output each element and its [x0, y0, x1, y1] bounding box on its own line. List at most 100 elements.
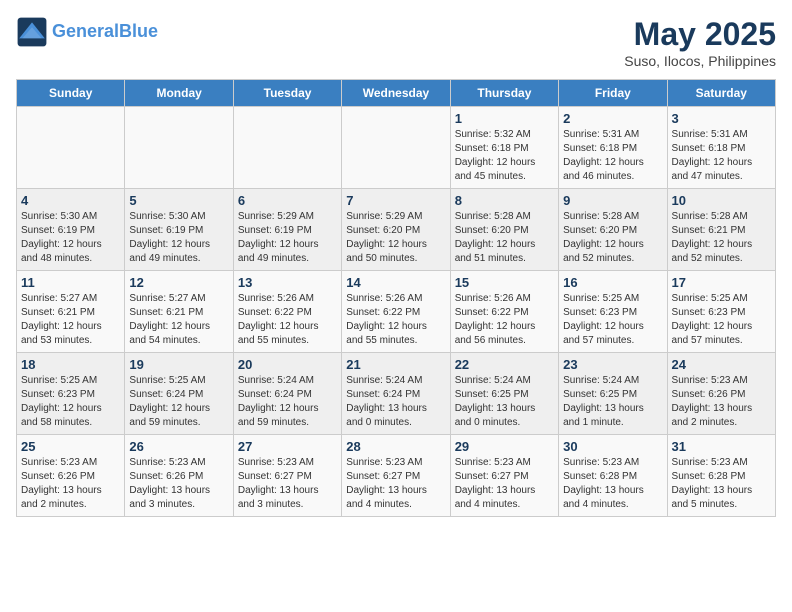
logo-icon: [16, 16, 48, 48]
day-info: Sunrise: 5:25 AM Sunset: 6:24 PM Dayligh…: [129, 374, 228, 430]
calendar-cell: 5 Sunrise: 5:30 AM Sunset: 6:19 PM Daylig…: [125, 189, 233, 271]
calendar-cell: 28 Sunrise: 5:23 AM Sunset: 6:27 PM Dayli…: [342, 435, 450, 517]
day-number: 9: [563, 193, 662, 208]
day-number: 24: [672, 357, 771, 372]
calendar-cell: 30 Sunrise: 5:23 AM Sunset: 6:28 PM Dayli…: [559, 435, 667, 517]
day-info: Sunrise: 5:31 AM Sunset: 6:18 PM Dayligh…: [672, 128, 771, 184]
day-info: Sunrise: 5:23 AM Sunset: 6:28 PM Dayligh…: [672, 456, 771, 512]
day-info: Sunrise: 5:24 AM Sunset: 6:25 PM Dayligh…: [455, 374, 554, 430]
calendar-cell: [125, 107, 233, 189]
calendar-week-row: 11 Sunrise: 5:27 AM Sunset: 6:21 PM Dayli…: [17, 271, 776, 353]
calendar-cell: 11 Sunrise: 5:27 AM Sunset: 6:21 PM Dayli…: [17, 271, 125, 353]
logo: GeneralBlue: [16, 16, 158, 48]
day-number: 10: [672, 193, 771, 208]
day-info: Sunrise: 5:25 AM Sunset: 6:23 PM Dayligh…: [563, 292, 662, 348]
calendar-cell: 12 Sunrise: 5:27 AM Sunset: 6:21 PM Dayli…: [125, 271, 233, 353]
page-header: GeneralBlue May 2025 Suso, Ilocos, Phili…: [16, 16, 776, 69]
calendar-cell: 31 Sunrise: 5:23 AM Sunset: 6:28 PM Dayli…: [667, 435, 775, 517]
logo-text: GeneralBlue: [52, 22, 158, 42]
day-info: Sunrise: 5:23 AM Sunset: 6:26 PM Dayligh…: [129, 456, 228, 512]
calendar-cell: 1Sunrise: 5:32 AM Sunset: 6:18 PM Daylig…: [450, 107, 558, 189]
calendar-cell: 10 Sunrise: 5:28 AM Sunset: 6:21 PM Dayli…: [667, 189, 775, 271]
weekday-header-wednesday: Wednesday: [342, 80, 450, 107]
day-info: Sunrise: 5:27 AM Sunset: 6:21 PM Dayligh…: [21, 292, 120, 348]
calendar-cell: 23Sunrise: 5:24 AM Sunset: 6:25 PM Dayli…: [559, 353, 667, 435]
day-number: 30: [563, 439, 662, 454]
calendar-cell: 22 Sunrise: 5:24 AM Sunset: 6:25 PM Dayli…: [450, 353, 558, 435]
calendar-week-row: 4 Sunrise: 5:30 AM Sunset: 6:19 PM Daylig…: [17, 189, 776, 271]
day-number: 21: [346, 357, 445, 372]
calendar-cell: [233, 107, 341, 189]
calendar-cell: 15 Sunrise: 5:26 AM Sunset: 6:22 PM Dayli…: [450, 271, 558, 353]
day-info: Sunrise: 5:32 AM Sunset: 6:18 PM Dayligh…: [455, 128, 554, 184]
calendar-week-row: 25 Sunrise: 5:23 AM Sunset: 6:26 PM Dayli…: [17, 435, 776, 517]
calendar-week-row: 1Sunrise: 5:32 AM Sunset: 6:18 PM Daylig…: [17, 107, 776, 189]
day-info: Sunrise: 5:26 AM Sunset: 6:22 PM Dayligh…: [238, 292, 337, 348]
day-info: Sunrise: 5:23 AM Sunset: 6:26 PM Dayligh…: [672, 374, 771, 430]
day-number: 11: [21, 275, 120, 290]
day-number: 18: [21, 357, 120, 372]
day-info: Sunrise: 5:28 AM Sunset: 6:20 PM Dayligh…: [563, 210, 662, 266]
day-info: Sunrise: 5:29 AM Sunset: 6:19 PM Dayligh…: [238, 210, 337, 266]
calendar-cell: 25 Sunrise: 5:23 AM Sunset: 6:26 PM Dayli…: [17, 435, 125, 517]
day-number: 7: [346, 193, 445, 208]
day-number: 14: [346, 275, 445, 290]
day-number: 15: [455, 275, 554, 290]
day-number: 20: [238, 357, 337, 372]
day-number: 3: [672, 111, 771, 126]
day-number: 22: [455, 357, 554, 372]
calendar-cell: 24 Sunrise: 5:23 AM Sunset: 6:26 PM Dayli…: [667, 353, 775, 435]
calendar-cell: 7Sunrise: 5:29 AM Sunset: 6:20 PM Daylig…: [342, 189, 450, 271]
day-number: 16: [563, 275, 662, 290]
day-number: 17: [672, 275, 771, 290]
day-info: Sunrise: 5:26 AM Sunset: 6:22 PM Dayligh…: [455, 292, 554, 348]
day-info: Sunrise: 5:23 AM Sunset: 6:27 PM Dayligh…: [346, 456, 445, 512]
day-info: Sunrise: 5:30 AM Sunset: 6:19 PM Dayligh…: [129, 210, 228, 266]
day-number: 4: [21, 193, 120, 208]
month-title: May 2025: [624, 16, 776, 53]
calendar-cell: 26 Sunrise: 5:23 AM Sunset: 6:26 PM Dayli…: [125, 435, 233, 517]
weekday-header-sunday: Sunday: [17, 80, 125, 107]
calendar-cell: 19 Sunrise: 5:25 AM Sunset: 6:24 PM Dayli…: [125, 353, 233, 435]
calendar-cell: 9 Sunrise: 5:28 AM Sunset: 6:20 PM Daylig…: [559, 189, 667, 271]
day-info: Sunrise: 5:27 AM Sunset: 6:21 PM Dayligh…: [129, 292, 228, 348]
title-block: May 2025 Suso, Ilocos, Philippines: [624, 16, 776, 69]
location-text: Suso, Ilocos, Philippines: [624, 53, 776, 69]
day-number: 19: [129, 357, 228, 372]
day-info: Sunrise: 5:23 AM Sunset: 6:28 PM Dayligh…: [563, 456, 662, 512]
day-number: 25: [21, 439, 120, 454]
calendar-cell: 8 Sunrise: 5:28 AM Sunset: 6:20 PM Daylig…: [450, 189, 558, 271]
weekday-header-thursday: Thursday: [450, 80, 558, 107]
weekday-header-tuesday: Tuesday: [233, 80, 341, 107]
calendar-cell: 27Sunrise: 5:23 AM Sunset: 6:27 PM Dayli…: [233, 435, 341, 517]
calendar-cell: 29Sunrise: 5:23 AM Sunset: 6:27 PM Dayli…: [450, 435, 558, 517]
day-number: 28: [346, 439, 445, 454]
day-number: 26: [129, 439, 228, 454]
calendar-cell: 14 Sunrise: 5:26 AM Sunset: 6:22 PM Dayli…: [342, 271, 450, 353]
day-number: 31: [672, 439, 771, 454]
day-number: 2: [563, 111, 662, 126]
day-info: Sunrise: 5:31 AM Sunset: 6:18 PM Dayligh…: [563, 128, 662, 184]
calendar-cell: 17 Sunrise: 5:25 AM Sunset: 6:23 PM Dayli…: [667, 271, 775, 353]
calendar-cell: 16 Sunrise: 5:25 AM Sunset: 6:23 PM Dayli…: [559, 271, 667, 353]
day-info: Sunrise: 5:23 AM Sunset: 6:26 PM Dayligh…: [21, 456, 120, 512]
calendar-cell: 6Sunrise: 5:29 AM Sunset: 6:19 PM Daylig…: [233, 189, 341, 271]
calendar-cell: 3 Sunrise: 5:31 AM Sunset: 6:18 PM Daylig…: [667, 107, 775, 189]
day-number: 12: [129, 275, 228, 290]
day-number: 8: [455, 193, 554, 208]
day-number: 5: [129, 193, 228, 208]
calendar-cell: 2 Sunrise: 5:31 AM Sunset: 6:18 PM Daylig…: [559, 107, 667, 189]
day-info: Sunrise: 5:28 AM Sunset: 6:21 PM Dayligh…: [672, 210, 771, 266]
calendar-table: SundayMondayTuesdayWednesdayThursdayFrid…: [16, 79, 776, 517]
weekday-header-row: SundayMondayTuesdayWednesdayThursdayFrid…: [17, 80, 776, 107]
day-info: Sunrise: 5:25 AM Sunset: 6:23 PM Dayligh…: [672, 292, 771, 348]
day-info: Sunrise: 5:26 AM Sunset: 6:22 PM Dayligh…: [346, 292, 445, 348]
calendar-week-row: 18Sunrise: 5:25 AM Sunset: 6:23 PM Dayli…: [17, 353, 776, 435]
day-info: Sunrise: 5:30 AM Sunset: 6:19 PM Dayligh…: [21, 210, 120, 266]
calendar-cell: [17, 107, 125, 189]
day-number: 29: [455, 439, 554, 454]
calendar-cell: 4 Sunrise: 5:30 AM Sunset: 6:19 PM Daylig…: [17, 189, 125, 271]
day-info: Sunrise: 5:28 AM Sunset: 6:20 PM Dayligh…: [455, 210, 554, 266]
weekday-header-saturday: Saturday: [667, 80, 775, 107]
day-number: 13: [238, 275, 337, 290]
